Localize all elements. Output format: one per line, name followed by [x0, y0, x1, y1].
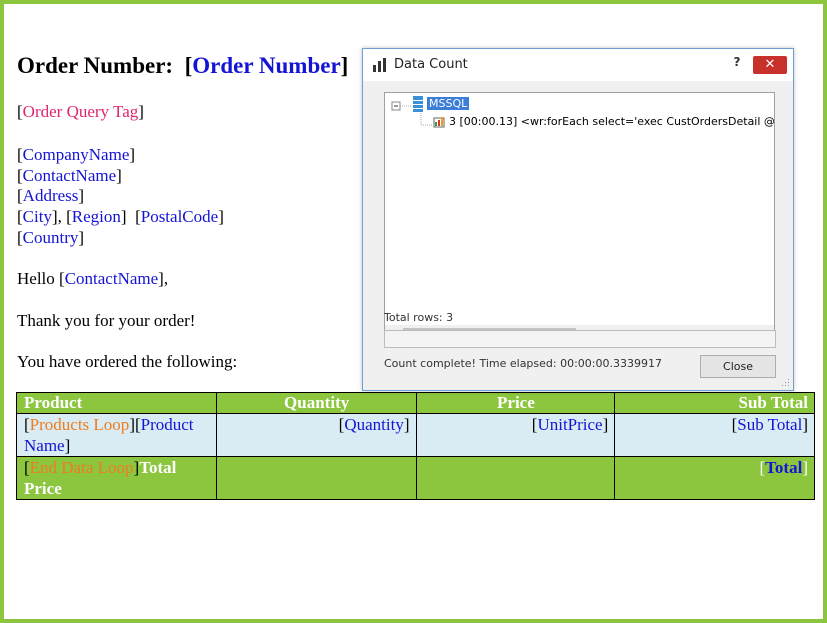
order-query-tag[interactable]: Order Query Tag [23, 102, 139, 121]
header-subtotal: Sub Total [614, 392, 815, 414]
city-line: [City], [Region] [PostalCode] [17, 207, 224, 226]
footer-empty-cell-1 [215, 456, 417, 500]
query-result-icon [433, 117, 445, 128]
greeting-comma: , [163, 269, 169, 288]
country-line: [Country] [17, 228, 85, 247]
price-cell: [UnitPrice] [415, 413, 616, 457]
header-quantity: Quantity [215, 392, 417, 414]
unit-price-tag[interactable]: UnitPrice [537, 415, 602, 434]
footer-total-cell: [Total] [614, 456, 815, 500]
help-button[interactable]: ? [729, 55, 745, 73]
quantity-cell: [Quantity] [215, 413, 417, 457]
tree-root-node[interactable]: MSSQL [427, 97, 470, 110]
order-number-tag[interactable]: Order Number [192, 53, 340, 78]
greeting-text: Hello [17, 269, 60, 288]
company-line: [CompanyName] [17, 145, 136, 164]
end-data-loop-tag[interactable]: End Data Loop [30, 458, 134, 477]
order-number-label: Order Number: [17, 53, 174, 78]
tree-root-label: MSSQL [427, 97, 470, 110]
greeting-contact-tag[interactable]: ContactName [65, 269, 158, 288]
total-rows-label: Total rows: 3 [384, 311, 454, 324]
dialog-title: Data Count [394, 57, 468, 72]
subtotal-cell: [Sub Total] [614, 413, 815, 457]
footer-empty-cell-2 [415, 456, 616, 500]
resize-grip-icon[interactable] [782, 379, 790, 387]
progress-bar [384, 330, 776, 348]
product-cell: [Products Loop][Product Name] [16, 413, 217, 457]
order-table: Product Quantity Price Sub Total [Produc… [16, 392, 815, 500]
region-tag[interactable]: Region [72, 207, 121, 226]
city-tag[interactable]: City [23, 207, 52, 226]
address-tag[interactable]: Address [23, 186, 79, 205]
page-title: Order Number: [Order Number] [17, 53, 349, 78]
products-loop-tag[interactable]: Products Loop [30, 415, 130, 434]
table-row: [Products Loop][Product Name] [Quantity]… [16, 413, 815, 457]
data-count-dialog: Data Count ? ✕ MSSQL 3 [00:00.13] <wr:fo… [362, 48, 794, 391]
header-product: Product [16, 392, 217, 414]
ordered-line: You have ordered the following: [17, 352, 238, 371]
bar-chart-icon [373, 58, 386, 72]
sub-total-tag[interactable]: Sub Total [737, 415, 802, 434]
header-price: Price [415, 392, 616, 414]
greeting-line: Hello [ContactName], [17, 269, 169, 288]
postal-code-tag[interactable]: PostalCode [141, 207, 218, 226]
tree-child-node[interactable]: 3 [00:00.13] <wr:forEach select='exec Cu… [449, 115, 774, 128]
dialog-titlebar[interactable]: Data Count ? ✕ [363, 49, 793, 81]
contact-name-tag[interactable]: ContactName [23, 166, 116, 185]
quantity-tag[interactable]: Quantity [344, 415, 404, 434]
total-tag[interactable]: Total [765, 458, 802, 477]
address-line: [Address] [17, 186, 85, 205]
thanks-line: Thank you for your order! [17, 311, 196, 330]
contact-line: [ContactName] [17, 166, 122, 185]
close-button[interactable]: Close [700, 355, 776, 378]
status-text: Count complete! Time elapsed: 00:00:00.3… [384, 357, 662, 370]
footer-product-cell: [End Data Loop]Total Price [16, 456, 217, 500]
close-icon[interactable]: ✕ [753, 56, 787, 74]
company-name-tag[interactable]: CompanyName [23, 145, 130, 164]
table-header-row: Product Quantity Price Sub Total [16, 392, 815, 414]
table-footer-row: [End Data Loop]Total Price [Total] [16, 456, 815, 500]
country-tag[interactable]: Country [23, 228, 79, 247]
database-icon [413, 96, 423, 112]
tree-view[interactable]: MSSQL 3 [00:00.13] <wr:forEach select='e… [384, 92, 775, 343]
query-tag-line: [Order Query Tag] [17, 102, 144, 121]
